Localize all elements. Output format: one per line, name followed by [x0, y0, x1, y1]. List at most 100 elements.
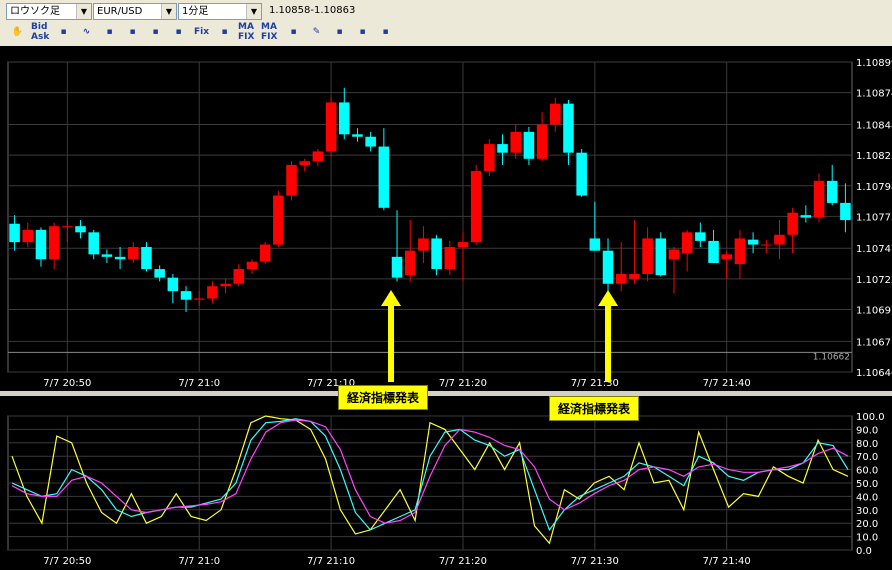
- candle-body[interactable]: [813, 180, 825, 218]
- candle-body[interactable]: [22, 229, 34, 243]
- candle-body[interactable]: [642, 238, 653, 274]
- candle-body[interactable]: [615, 273, 627, 284]
- candle-body[interactable]: [774, 234, 785, 245]
- event-arrow-shaft: [388, 304, 395, 382]
- candle-body[interactable]: [88, 232, 99, 255]
- candle-body[interactable]: [339, 102, 350, 135]
- hand-icon[interactable]: ✋: [8, 22, 27, 42]
- bid-ask-icon[interactable]: Bid Ask: [31, 22, 50, 42]
- candle-body[interactable]: [273, 195, 284, 245]
- candle-body[interactable]: [365, 136, 376, 147]
- indicator-icon[interactable]: ▪: [330, 22, 349, 42]
- candle-body[interactable]: [484, 144, 495, 172]
- candle-buy-icon[interactable]: ▪: [284, 22, 303, 42]
- candle-pair-icon[interactable]: ▪: [169, 22, 188, 42]
- candle-body[interactable]: [708, 240, 719, 263]
- candle-body[interactable]: [114, 256, 126, 260]
- ma-fix-icon[interactable]: MA FIX: [238, 22, 257, 42]
- candle-body[interactable]: [141, 247, 152, 270]
- candle-body[interactable]: [840, 202, 851, 221]
- oscillator-time-label: 7/7 21:0: [178, 556, 220, 567]
- candle-body[interactable]: [800, 215, 812, 218]
- tool-icons: ✋ Bid Ask ▪ ∿ ▪ ▪ ▪ ▪ Fix ▪ MA FIX MA FIX ▪ ✎ ▪ ▪ ▪: [8, 22, 395, 44]
- candle-body[interactable]: [761, 244, 772, 246]
- ma-fix-icon-2[interactable]: MA FIX: [261, 22, 280, 42]
- pen-icon[interactable]: ✎: [307, 22, 326, 42]
- time-tick-label: 7/7 21:30: [571, 378, 619, 389]
- candle-body[interactable]: [128, 247, 139, 260]
- candle-body[interactable]: [589, 238, 601, 251]
- candle-body[interactable]: [220, 283, 231, 287]
- candle-body[interactable]: [180, 291, 192, 300]
- candle-body[interactable]: [62, 226, 73, 228]
- candlestick-icon-2[interactable]: ▪: [146, 22, 165, 42]
- candle-color-icon[interactable]: ▪: [54, 22, 73, 42]
- candle-body[interactable]: [75, 226, 86, 233]
- settings-icon[interactable]: ▪: [376, 22, 395, 42]
- candle-body[interactable]: [734, 238, 746, 265]
- candle-body[interactable]: [312, 151, 324, 162]
- candle-body[interactable]: [787, 212, 798, 235]
- candle-body[interactable]: [655, 238, 667, 276]
- candle-body[interactable]: [668, 249, 680, 260]
- time-tick-label: 7/7 20:50: [43, 378, 91, 389]
- candle-body[interactable]: [299, 161, 310, 165]
- candle-body[interactable]: [207, 286, 218, 299]
- chevron-down-icon[interactable]: ▼: [161, 4, 176, 19]
- candle-body[interactable]: [325, 102, 337, 152]
- oscillator-time-label: 7/7 21:20: [439, 556, 487, 567]
- candle-body[interactable]: [747, 239, 759, 245]
- candle-body[interactable]: [523, 131, 535, 159]
- trend-fix-icon[interactable]: ▪: [215, 22, 234, 42]
- timeframe-select[interactable]: 1分足 ▼: [178, 3, 262, 20]
- panel-splitter[interactable]: [0, 391, 892, 396]
- candlestick-icon[interactable]: ▪: [123, 22, 142, 42]
- candle-body[interactable]: [602, 250, 614, 284]
- chart-area: 1.10899 1.10874 1.10848 1.10823 1.10798 1.107…: [0, 46, 892, 570]
- candle-body[interactable]: [48, 226, 60, 260]
- candle-body[interactable]: [35, 229, 47, 260]
- candle-body[interactable]: [259, 244, 271, 262]
- price-range-readout: 1.10858-1.10863: [269, 5, 356, 16]
- candle-body[interactable]: [826, 180, 838, 203]
- candle-body[interactable]: [681, 232, 693, 254]
- candle-body[interactable]: [550, 103, 561, 125]
- candle-body[interactable]: [721, 254, 732, 260]
- candle-body[interactable]: [101, 254, 113, 257]
- wave-icon[interactable]: ∿: [77, 22, 96, 42]
- candle-body[interactable]: [457, 242, 469, 248]
- candle-body[interactable]: [246, 261, 258, 270]
- print-icon[interactable]: ▪: [353, 22, 372, 42]
- chevron-down-icon[interactable]: ▼: [76, 4, 91, 19]
- candle-body[interactable]: [391, 256, 403, 278]
- candle-body[interactable]: [167, 277, 179, 292]
- candle-body[interactable]: [404, 250, 416, 276]
- candle-body[interactable]: [497, 144, 508, 153]
- candle-body[interactable]: [695, 232, 706, 241]
- oscillator-tick-label: 0.0: [856, 546, 872, 557]
- candle-body[interactable]: [431, 238, 442, 270]
- candle-body[interactable]: [154, 269, 165, 278]
- chart-type-select[interactable]: ロウソク足 ▼: [6, 3, 92, 20]
- candle-body[interactable]: [510, 131, 521, 153]
- price-tick-label: 1.10848: [856, 120, 892, 131]
- symbol-select[interactable]: EUR/USD ▼: [93, 3, 177, 20]
- candle-body[interactable]: [352, 134, 363, 137]
- chevron-down-icon[interactable]: ▼: [246, 4, 261, 19]
- candle-body[interactable]: [629, 273, 640, 279]
- candle-body[interactable]: [193, 298, 205, 300]
- candle-body[interactable]: [233, 269, 245, 284]
- event-arrow-shaft: [605, 304, 612, 382]
- candle-body[interactable]: [536, 124, 548, 159]
- bar-chart-icon[interactable]: ▪: [100, 22, 119, 42]
- candle-body[interactable]: [444, 247, 456, 270]
- candle-body[interactable]: [286, 164, 297, 196]
- candle-body[interactable]: [470, 171, 482, 243]
- candle-body[interactable]: [418, 238, 429, 251]
- fix-icon[interactable]: Fix: [192, 22, 211, 42]
- candle-body[interactable]: [9, 223, 20, 243]
- candle-body[interactable]: [563, 103, 574, 153]
- candle-body[interactable]: [576, 152, 587, 196]
- time-tick-label: 7/7 21:0: [178, 378, 220, 389]
- candle-body[interactable]: [378, 146, 390, 208]
